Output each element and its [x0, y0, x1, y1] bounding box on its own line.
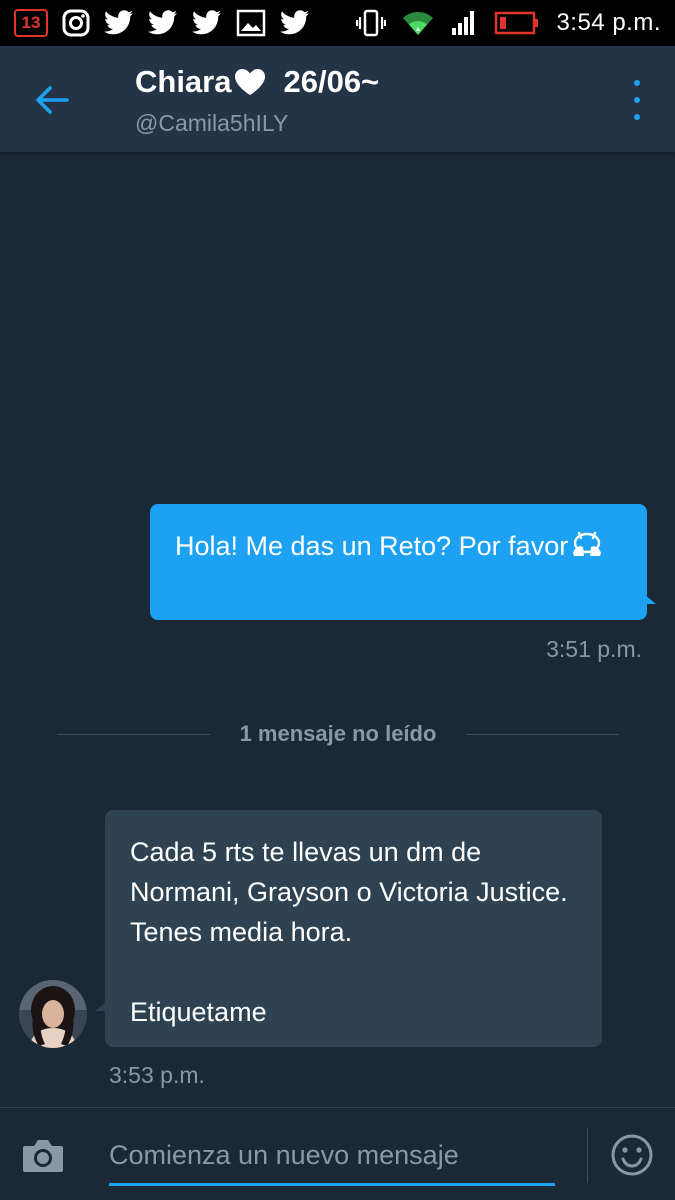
- received-message-time: 3:53 p.m.: [109, 1062, 205, 1088]
- signal-icon: [450, 9, 478, 37]
- status-bar: 13 3:54 p.m.: [0, 0, 675, 46]
- avatar[interactable]: [19, 980, 87, 1048]
- more-options-icon[interactable]: [627, 80, 647, 120]
- notification-badge-icon: 13: [14, 9, 48, 37]
- sent-message-text: Hola! Me das un Reto? Por favor: [175, 531, 569, 561]
- see-no-evil-monkey-icon: [570, 529, 604, 570]
- received-message-text: Cada 5 rts te llevas un dm de Normani, G…: [130, 837, 568, 947]
- heart-icon: [233, 67, 267, 97]
- received-message-bubble[interactable]: Cada 5 rts te llevas un dm de Normani, G…: [95, 810, 602, 1047]
- divider-line: [466, 733, 619, 735]
- sent-message-time: 3:51 p.m.: [546, 636, 642, 662]
- compose-bar: [0, 1107, 675, 1200]
- twitter-icon: [148, 10, 178, 36]
- notification-count: 13: [21, 13, 41, 32]
- compose-divider: [587, 1128, 588, 1183]
- divider-line: [57, 733, 210, 735]
- twitter-icon: [104, 10, 134, 36]
- received-message-text-2: Etiquetame: [130, 997, 267, 1027]
- back-button[interactable]: [30, 78, 74, 122]
- camera-icon[interactable]: [21, 1138, 65, 1174]
- twitter-icon: [280, 10, 310, 36]
- contact-name[interactable]: Chiara 26/06~: [135, 64, 379, 100]
- emoji-icon[interactable]: [610, 1133, 654, 1177]
- wifi-icon: [402, 9, 434, 37]
- unread-label: 1 mensaje no leído: [239, 721, 437, 746]
- unread-divider: 1 mensaje no leído: [57, 712, 619, 756]
- arrow-back-icon: [36, 86, 69, 114]
- contact-handle: @Camila5hILY: [135, 110, 289, 136]
- instagram-icon: [62, 9, 90, 37]
- image-icon: [236, 9, 266, 37]
- battery-icon: [494, 11, 540, 35]
- contact-name-suffix: 26/06~: [283, 64, 380, 99]
- status-bar-system: 3:54 p.m.: [356, 8, 661, 38]
- contact-display-name: Chiara: [135, 64, 232, 99]
- sent-message-bubble[interactable]: Hola! Me das un Reto? Por favor: [150, 504, 656, 620]
- conversation-header: Chiara 26/06~ @Camila5hILY: [0, 46, 675, 152]
- twitter-icon: [192, 10, 222, 36]
- message-input[interactable]: [109, 1128, 555, 1186]
- vibrate-icon: [356, 8, 387, 38]
- status-bar-notifications: 13: [14, 9, 310, 37]
- status-time: 3:54 p.m.: [556, 9, 661, 36]
